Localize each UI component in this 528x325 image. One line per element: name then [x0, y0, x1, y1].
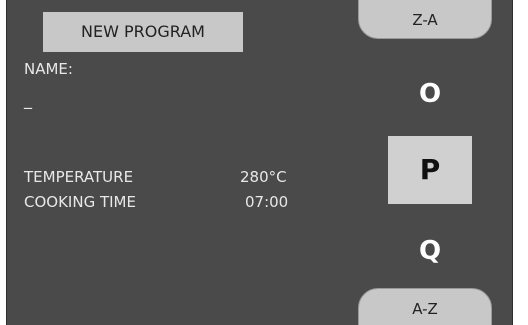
name-field[interactable]: _: [24, 90, 32, 109]
letter-option-selected[interactable]: P: [388, 136, 472, 204]
program-editor-screen: NEW PROGRAM NAME: _ TEMPERATURE 280°C CO…: [6, 0, 513, 325]
new-program-button[interactable]: NEW PROGRAM: [43, 12, 243, 52]
cooking-time-value[interactable]: 07:00: [245, 193, 288, 211]
letter-option-next[interactable]: Q: [388, 229, 472, 273]
temperature-label: TEMPERATURE: [24, 168, 134, 186]
sort-z-a-button[interactable]: Z-A: [358, 0, 492, 39]
cooking-time-label: COOKING TIME: [24, 193, 136, 211]
name-label: NAME:: [24, 60, 73, 78]
letter-option-prev[interactable]: O: [388, 72, 472, 116]
sort-a-z-button[interactable]: A-Z: [358, 288, 492, 325]
temperature-value[interactable]: 280°C: [240, 168, 287, 186]
